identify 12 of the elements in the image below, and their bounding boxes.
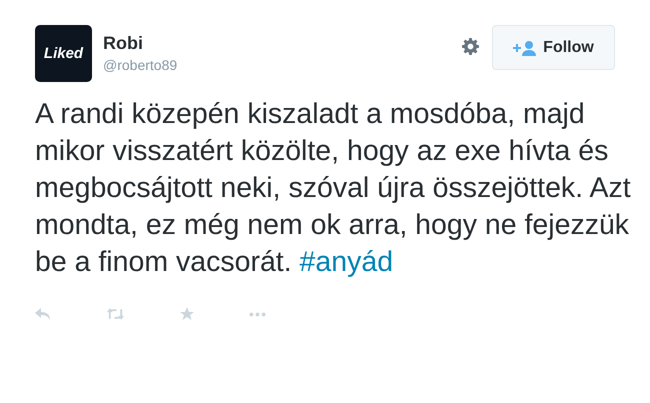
reply-icon[interactable] — [35, 308, 51, 320]
author-handle: @roberto89 — [103, 57, 178, 73]
more-icon[interactable] — [249, 312, 266, 316]
author-name[interactable]: Robi — [103, 33, 178, 54]
hashtag-link[interactable]: #anyád — [300, 246, 394, 278]
avatar-logo[interactable]: Liked — [35, 25, 92, 82]
retweet-icon[interactable] — [106, 308, 125, 320]
follow-button[interactable]: Follow — [492, 25, 615, 70]
add-person-icon — [513, 40, 538, 56]
settings-icon[interactable] — [462, 38, 479, 55]
star-icon[interactable] — [180, 307, 194, 321]
tweet-text: A randi közepén kiszaladt a mosdóba, majd mikor visszatért közölte, hogy az exe hívta és megbocsájtott neki, szóval újra összejöttek. Azt mondta, ez még nem ok arra, hogy ne fejezzük be a finom vacsorát. #anyád — [35, 97, 632, 280]
